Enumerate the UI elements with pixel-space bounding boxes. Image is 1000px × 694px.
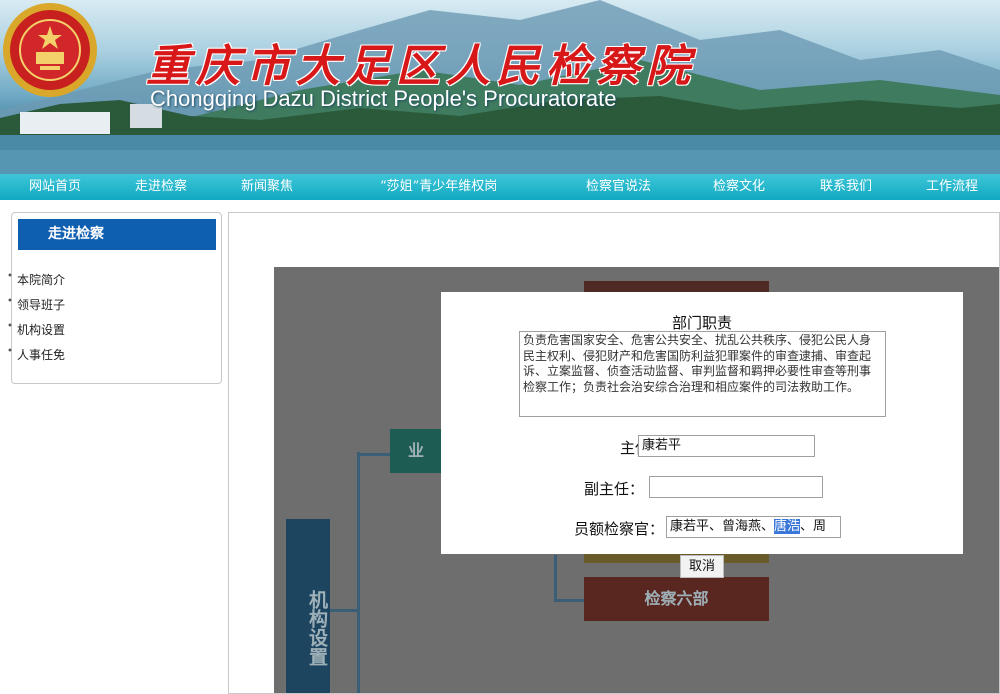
- site-subtitle: Chongqing Dazu District People's Procura…: [150, 86, 617, 111]
- procuratorate-emblem-icon: [3, 3, 97, 97]
- sidebar-item-label: 人事任免: [17, 348, 66, 362]
- deputy-director-label: 副主任：: [583, 480, 644, 498]
- sidebar-item-leadership[interactable]: • 领导班子: [7, 296, 66, 313]
- bullet-icon: •: [7, 346, 13, 357]
- sidebar-item-introduction[interactable]: • 本院简介: [7, 271, 66, 288]
- nav-contact[interactable]: 联系我们: [820, 174, 872, 200]
- org-connector: [554, 555, 557, 601]
- org-connector: [330, 609, 358, 612]
- nav-youth-rights[interactable]: “莎姐”青少年维权岗: [380, 174, 497, 200]
- prosecutors-input[interactable]: 康若平、曾海燕、唐浩、周: [666, 516, 841, 538]
- nav-home[interactable]: 网站首页: [29, 174, 81, 200]
- nav-culture[interactable]: 检察文化: [713, 174, 765, 200]
- site-title: 重庆市大足区人民检察院: [146, 41, 696, 92]
- prosecutors-label: 员额检察官：: [573, 520, 664, 538]
- bullet-icon: •: [7, 271, 13, 282]
- department-duties-dialog: 部门职责 负责危害国家安全、危害公共安全、扰乱公共秩序、侵犯公民人身民主权利、侵…: [441, 292, 963, 554]
- org-box-dept: 检察六部: [584, 577, 769, 621]
- nav-about[interactable]: 走进检察: [135, 174, 187, 200]
- org-root-label: 机构设置: [306, 590, 328, 666]
- director-input[interactable]: 康若平: [638, 435, 815, 457]
- deputy-director-input[interactable]: [649, 476, 823, 498]
- sidebar-item-appointments[interactable]: • 人事任免: [7, 346, 66, 363]
- bullet-icon: •: [7, 296, 13, 307]
- nav-news[interactable]: 新闻聚焦: [241, 174, 293, 200]
- org-dept-label: 检察六部: [644, 589, 709, 608]
- sidebar-item-label: 领导班子: [17, 298, 66, 312]
- sidebar-item-organization[interactable]: • 机构设置: [7, 321, 66, 338]
- bullet-icon: •: [7, 321, 13, 332]
- sidebar-item-label: 本院简介: [17, 273, 66, 287]
- main-nav: 网站首页 走进检察 新闻聚焦 “莎姐”青少年维权岗 检察官说法 检察文化 联系我…: [0, 174, 1000, 200]
- nav-prosecutor-talk[interactable]: 检察官说法: [586, 174, 651, 200]
- org-root-box: 机构设置: [286, 519, 330, 693]
- prosecutors-text-tail: 、周: [800, 519, 827, 534]
- sidebar-header: 走进检察: [18, 219, 216, 250]
- org-connector: [360, 453, 390, 456]
- duty-textarea[interactable]: 负责危害国家安全、危害公共安全、扰乱公共秩序、侵犯公民人身民主权利、侵犯财产和危…: [519, 331, 886, 417]
- org-box-branch: 业: [390, 429, 442, 473]
- site-banner: 重庆市大足区人民检察院 Chongqing Dazu District Peop…: [0, 0, 1000, 174]
- sidebar-item-label: 机构设置: [17, 323, 66, 337]
- dialog-title: 部门职责: [671, 314, 732, 332]
- org-box-partial: [584, 553, 769, 563]
- cancel-button[interactable]: 取消: [680, 555, 724, 578]
- org-connector: [554, 599, 584, 602]
- nav-workflow[interactable]: 工作流程: [926, 174, 978, 200]
- prosecutors-selected-text: 唐浩: [774, 519, 801, 534]
- org-connector: [357, 452, 360, 693]
- prosecutors-text: 康若平、曾海燕、: [670, 519, 775, 534]
- org-branch-label: 业: [407, 441, 424, 460]
